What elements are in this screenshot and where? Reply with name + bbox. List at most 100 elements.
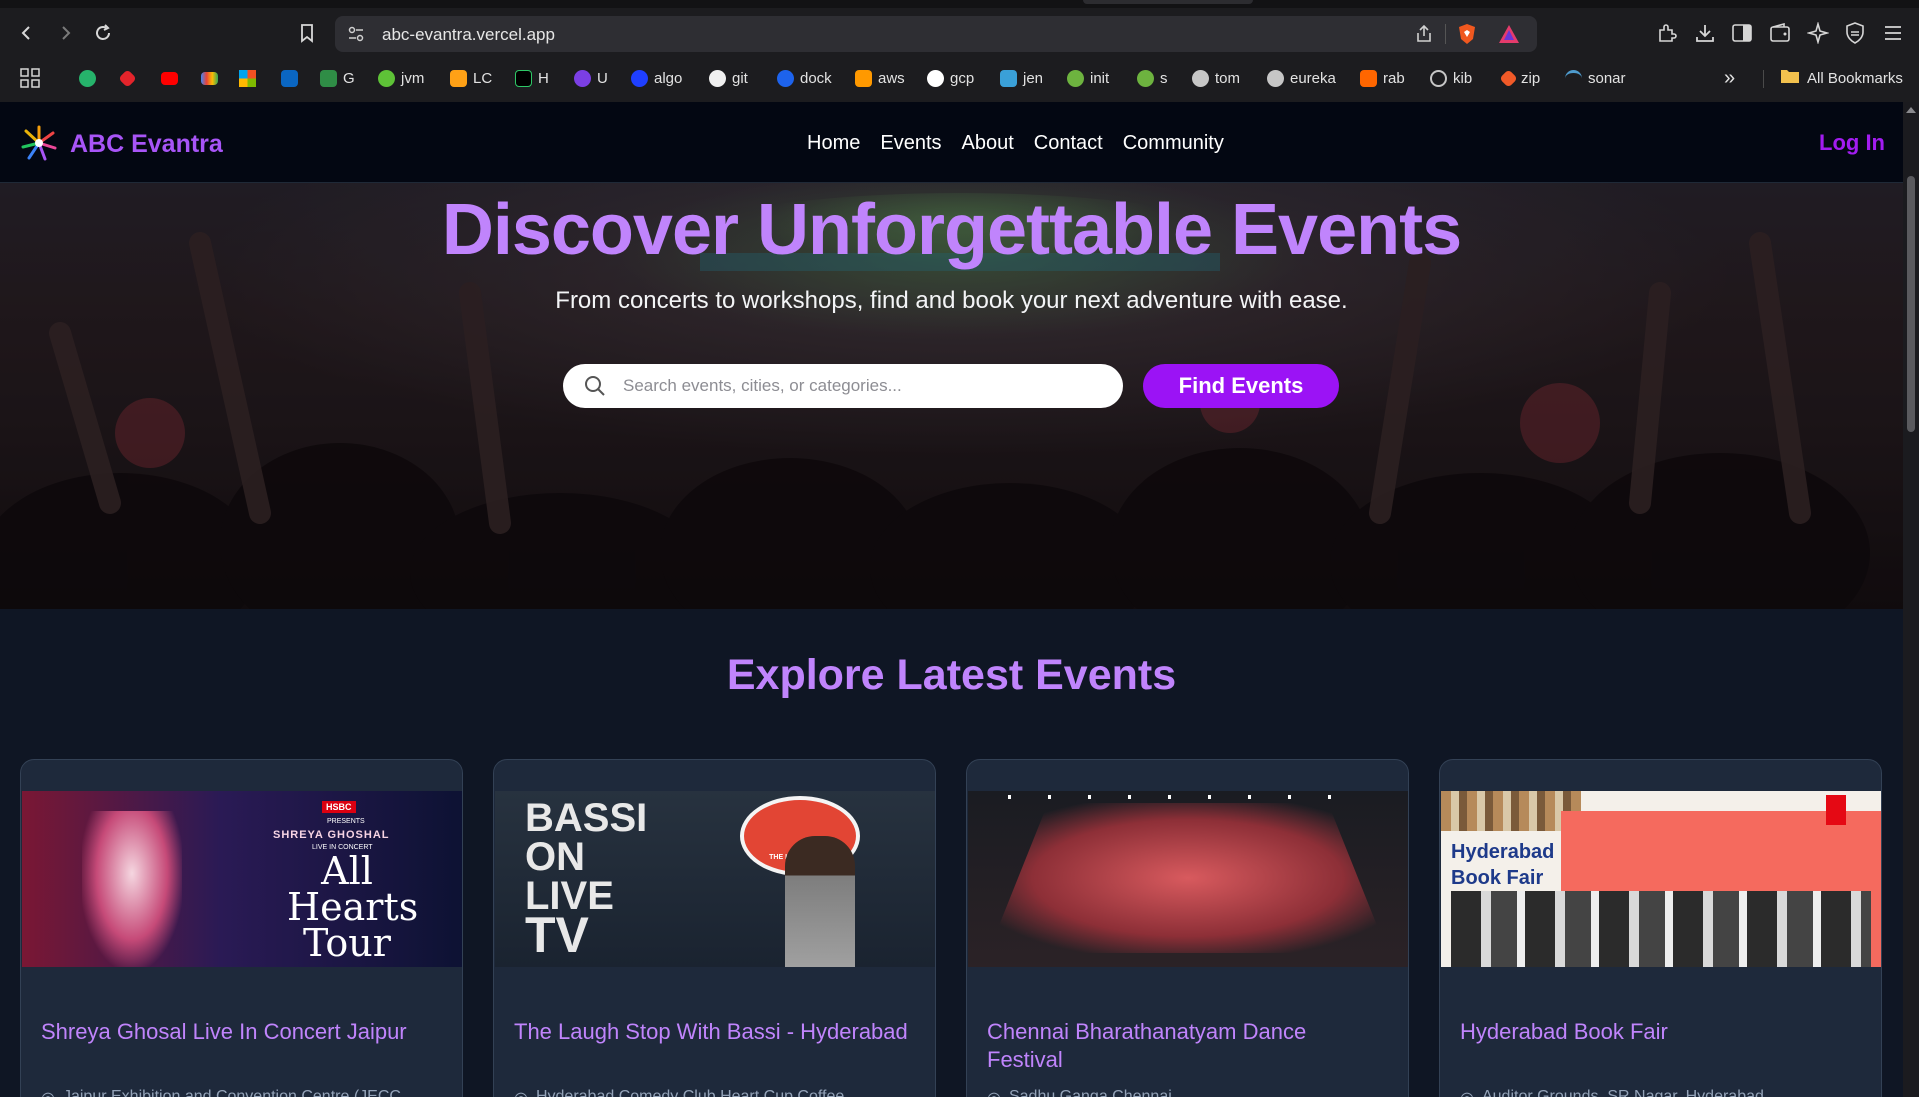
nav-home[interactable]: Home [807, 132, 860, 155]
brave-shield-icon[interactable] [1456, 23, 1478, 45]
bookmark-item[interactable]: dock [777, 66, 832, 90]
forward-icon[interactable] [50, 18, 80, 48]
reload-icon[interactable] [88, 18, 118, 48]
share-icon[interactable] [1413, 23, 1435, 45]
bookmark-item[interactable]: sonar [1565, 66, 1626, 90]
bookmark-item[interactable]: eureka [1267, 66, 1336, 90]
sidebar-toggle-icon[interactable] [1729, 20, 1755, 46]
back-icon[interactable] [12, 18, 42, 48]
section-title: Explore Latest Events [726, 651, 1177, 699]
bookmark-icon[interactable] [292, 18, 322, 48]
bookmark-item[interactable]: aws [855, 66, 905, 90]
brand-name[interactable]: ABC Evantra [70, 130, 223, 159]
bookmark-item[interactable]: rab [1360, 66, 1405, 90]
brave-rewards-icon[interactable] [1498, 23, 1520, 45]
event-image[interactable] [968, 791, 1408, 967]
event-image[interactable]: Hyderabad Book Fair [1441, 791, 1881, 967]
bookmarks-divider [1763, 70, 1764, 88]
page-scrollbar[interactable] [1903, 102, 1919, 1097]
bookmark-item[interactable] [239, 66, 262, 90]
all-bookmarks-button[interactable]: All Bookmarks [1780, 66, 1903, 90]
nav-events[interactable]: Events [880, 132, 941, 155]
bookmark-item[interactable]: git [709, 66, 748, 90]
search-box[interactable] [563, 364, 1123, 408]
apps-icon[interactable] [20, 66, 40, 90]
bookmark-favicon-icon [574, 69, 591, 87]
download-icon[interactable] [1692, 20, 1718, 46]
presents-text: PRESENTS [327, 818, 365, 825]
bookmark-item[interactable]: gcp [927, 66, 974, 90]
location-pin-icon: ◎ [1460, 1088, 1474, 1097]
site-info-icon[interactable] [345, 23, 367, 45]
menu-icon[interactable] [1880, 20, 1906, 46]
bookmark-item[interactable]: G [320, 66, 355, 90]
bookmark-item[interactable]: zip [1499, 66, 1540, 90]
event-image[interactable]: BASSI ON LIVE TV THE LAUGH STOP [495, 791, 935, 967]
microsoft-icon [239, 69, 256, 87]
jenkins-icon [1000, 69, 1017, 87]
event-title[interactable]: The Laugh Stop With Bassi - Hyderabad [514, 1018, 914, 1046]
search-icon [583, 374, 607, 398]
find-events-button[interactable]: Find Events [1143, 364, 1339, 408]
docker-icon [777, 69, 794, 87]
bookmark-item[interactable] [201, 66, 224, 90]
bookmark-item[interactable] [281, 66, 304, 90]
bookmark-item[interactable]: tom [1192, 66, 1240, 90]
show-line-1: BASSI [525, 796, 648, 840]
event-title[interactable]: Shreya Ghosal Live In Concert Jaipur [41, 1018, 441, 1046]
event-location: ◎ Auditor Grounds, SR Nagar, Hyderabad [1460, 1088, 1764, 1097]
location-pin-icon: ◎ [514, 1088, 528, 1097]
event-card[interactable]: BASSI ON LIVE TV THE LAUGH STOP The Laug… [493, 759, 936, 1097]
event-card[interactable]: Hyderabad Book Fair Hyderabad Book Fair … [1439, 759, 1882, 1097]
bookmark-item[interactable]: H [515, 66, 549, 90]
event-card[interactable]: Chennai Bharathanatyam Dance Festival ◎ … [966, 759, 1409, 1097]
bookmark-item[interactable] [118, 66, 140, 90]
wallet-icon[interactable] [1767, 20, 1793, 46]
people-illustration [1451, 891, 1871, 967]
globe-icon [1267, 69, 1284, 87]
bookmarks-overflow-button[interactable]: » [1724, 66, 1735, 90]
hero-subtitle: From concerts to workshops, find and boo… [555, 287, 1348, 314]
address-bar[interactable]: abc-evantra.vercel.app [335, 16, 1537, 52]
bookmark-item[interactable]: s [1137, 66, 1168, 90]
event-card[interactable]: HSBC PRESENTS SHREYA GHOSHAL LIVE IN CON… [20, 759, 463, 1097]
bookmark-item[interactable]: jvm [378, 66, 424, 90]
bookmark-item[interactable]: LC [450, 66, 492, 90]
bookmark-favicon-icon [631, 69, 648, 87]
event-image[interactable]: HSBC PRESENTS SHREYA GHOSHAL LIVE IN CON… [22, 791, 462, 967]
nav-community[interactable]: Community [1123, 132, 1224, 155]
active-tab[interactable] [1083, 0, 1253, 4]
show-line-4: TV [525, 907, 589, 963]
nav-contact[interactable]: Contact [1034, 132, 1103, 155]
youtube-icon [161, 71, 178, 85]
bookmark-item[interactable] [161, 66, 184, 90]
leetcode-icon [450, 69, 467, 87]
event-title[interactable]: Chennai Bharathanatyam Dance Festival [987, 1018, 1387, 1074]
bookmark-item[interactable]: algo [631, 66, 682, 90]
fair-line-1: Hyderabad [1451, 841, 1555, 863]
kibana-icon [1430, 69, 1447, 87]
extensions-icon[interactable] [1654, 20, 1680, 46]
page-viewport: ABC Evantra Home Events About Contact Co… [0, 102, 1903, 1097]
bookmark-item[interactable]: U [574, 66, 608, 90]
scroll-up-icon[interactable] [1906, 107, 1916, 113]
bookmark-item[interactable]: init [1067, 66, 1109, 90]
nav-about[interactable]: About [962, 132, 1014, 155]
linkedin-icon [281, 69, 298, 87]
leo-ai-icon[interactable] [1805, 20, 1831, 46]
vpn-icon[interactable] [1842, 20, 1868, 46]
aws-icon [855, 69, 872, 87]
url-text[interactable]: abc-evantra.vercel.app [382, 25, 555, 45]
spring-icon [1137, 69, 1154, 87]
hero-title: Discover Unforgettable Events [441, 190, 1462, 270]
search-input[interactable] [623, 364, 1103, 408]
login-button[interactable]: Log In [1819, 130, 1885, 156]
url-divider [1445, 24, 1446, 44]
bookmark-item[interactable] [79, 66, 102, 90]
brand-logo-icon[interactable] [20, 124, 58, 162]
bookmark-item[interactable]: kib [1430, 66, 1472, 90]
event-title[interactable]: Hyderabad Book Fair [1460, 1018, 1860, 1046]
bookmark-item[interactable]: jen [1000, 66, 1043, 90]
scroll-thumb[interactable] [1907, 176, 1915, 432]
artist-photo [82, 811, 182, 967]
